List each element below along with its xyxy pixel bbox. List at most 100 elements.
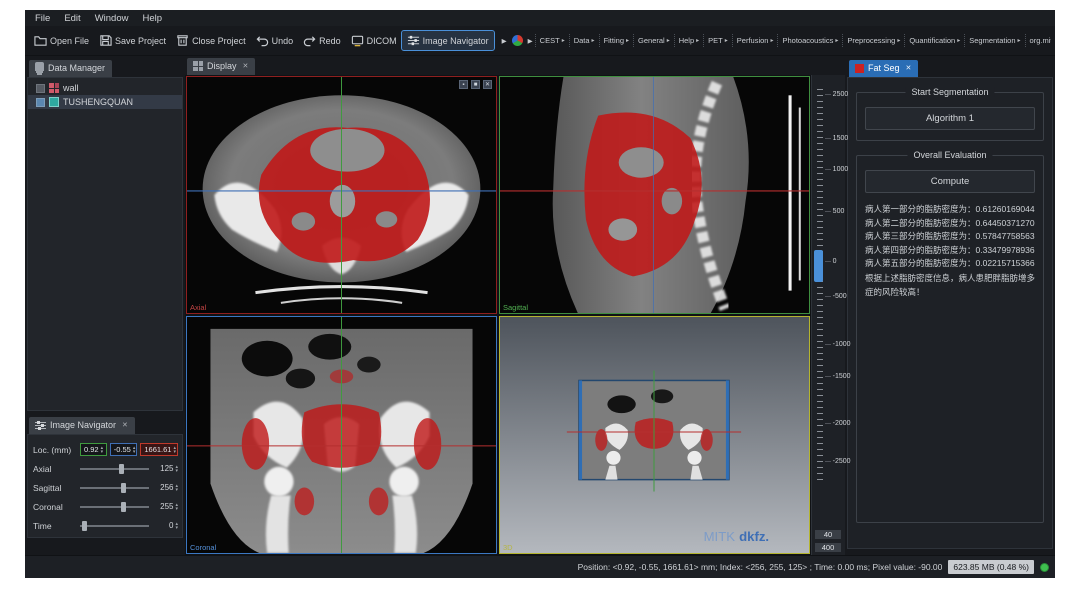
time-slider[interactable]: [80, 521, 149, 531]
coronal-slider[interactable]: [80, 502, 149, 512]
tick-label: 1500: [825, 135, 848, 142]
tick-label: 1000: [825, 166, 848, 173]
threed-render-window[interactable]: MITK dkfz. 3D: [499, 316, 810, 554]
pin-icon[interactable]: ▪: [459, 80, 468, 89]
display-tab-label: Display: [207, 61, 237, 71]
dicom-icon: [351, 34, 364, 47]
level-window-handle[interactable]: [814, 250, 823, 282]
color-wheel-icon[interactable]: [512, 35, 523, 46]
spin-down-icon[interactable]: ▾: [101, 450, 104, 454]
memory-led-icon: [1040, 563, 1049, 572]
view-menu-photoacoustics[interactable]: Photoacoustics▸: [777, 34, 842, 47]
view-menu-pet-label: PET: [708, 36, 723, 45]
algorithm-1-button[interactable]: Algorithm 1: [865, 107, 1035, 130]
window-value[interactable]: 400: [815, 543, 841, 552]
close-icon[interactable]: ✕: [243, 62, 249, 70]
view-menu-strip: ▶ ▶ CEST▸ Data▸ Fitting▸ General▸ Help▸ …: [500, 34, 1051, 47]
tab-data-manager[interactable]: Data Manager: [29, 60, 112, 77]
result-line: 病人第一部分的脂肪密度为：0.6126016904411238: [865, 203, 1035, 217]
view-menu-preprocessing-label: Preprocessing: [847, 36, 895, 45]
axial-slider-label: Axial: [33, 464, 77, 474]
dicom-button[interactable]: DICOM: [346, 31, 402, 50]
undo-icon: [256, 34, 269, 47]
coronal-render-window[interactable]: Coronal: [186, 316, 497, 554]
threed-view-label: 3D: [503, 543, 513, 552]
close-icon[interactable]: ✕: [906, 64, 912, 72]
close-project-icon: [176, 34, 189, 47]
compute-button[interactable]: Compute: [865, 170, 1035, 193]
coronal-slider-handle[interactable]: [121, 502, 126, 512]
spin-down-icon[interactable]: ▾: [173, 450, 176, 454]
undo-label: Undo: [272, 36, 294, 46]
level-window-slider[interactable]: 2500 1500 1000 500 0 -500 -1000 -1500 -2…: [811, 75, 845, 555]
sagittal-slider-handle[interactable]: [121, 483, 126, 493]
coronal-slider-value: 255: [160, 502, 173, 511]
data-node-tushengquan[interactable]: TUSHENGQUAN: [28, 95, 182, 109]
view-menu-help[interactable]: Help▸: [674, 34, 703, 47]
view-menu-data-label: Data: [574, 36, 590, 45]
view-menu-perfusion[interactable]: Perfusion▸: [732, 34, 778, 47]
time-slider-handle[interactable]: [82, 521, 87, 531]
view-menu-pet[interactable]: PET▸: [703, 34, 732, 47]
save-project-icon: [99, 34, 112, 47]
image-navigator-icon: [35, 421, 46, 430]
chevron-right-icon: ▸: [770, 37, 773, 44]
data-manager-icon: [35, 62, 44, 71]
visibility-checkbox[interactable]: [36, 98, 45, 107]
open-file-button[interactable]: Open File: [29, 31, 94, 50]
overflow-right-arrow-icon[interactable]: ▶: [528, 37, 533, 45]
chevron-right-icon: ▸: [696, 37, 699, 44]
view-menu-cest[interactable]: CEST▸: [535, 34, 569, 47]
open-file-icon: [34, 34, 47, 47]
spin-down-icon[interactable]: ▾: [133, 450, 136, 454]
close-project-button[interactable]: Close Project: [171, 31, 251, 50]
view-menu-quantification[interactable]: Quantification▸: [904, 34, 964, 47]
close-icon[interactable]: ✕: [122, 421, 128, 429]
view-menu-photoacoustics-label: Photoacoustics: [782, 36, 833, 45]
menu-file[interactable]: File: [35, 13, 50, 24]
loc-y-spinbox[interactable]: -0.55▴▾: [110, 443, 138, 456]
menu-window[interactable]: Window: [95, 13, 129, 24]
overflow-left-arrow-icon[interactable]: ▶: [502, 37, 507, 45]
visibility-checkbox[interactable]: [36, 84, 45, 93]
sagittal-slider[interactable]: [80, 483, 149, 493]
save-project-button[interactable]: Save Project: [94, 31, 171, 50]
overall-evaluation-title: Overall Evaluation: [907, 150, 992, 160]
axial-slider-handle[interactable]: [119, 464, 124, 474]
undo-button[interactable]: Undo: [251, 31, 299, 50]
view-menu-general-label: General: [638, 36, 665, 45]
view-menu-perfusion-label: Perfusion: [737, 36, 769, 45]
loc-z-spinbox[interactable]: 1661.61▴▾: [140, 443, 178, 456]
spin-down-icon[interactable]: ▾: [175, 526, 178, 530]
loc-x-spinbox[interactable]: 0.92▴▾: [80, 443, 107, 456]
tick-label: -1500: [825, 373, 851, 380]
spin-down-icon[interactable]: ▾: [175, 488, 178, 492]
level-value[interactable]: 40: [815, 530, 841, 539]
menu-edit[interactable]: Edit: [64, 13, 80, 24]
view-menu-segmentation[interactable]: Segmentation▸: [964, 34, 1024, 47]
view-menu-preprocessing[interactable]: Preprocessing▸: [842, 34, 904, 47]
fullscreen-icon[interactable]: ✕: [483, 80, 492, 89]
redo-icon: [303, 34, 316, 47]
menu-help[interactable]: Help: [142, 13, 162, 24]
data-node-wall[interactable]: wall: [28, 81, 182, 95]
time-slider-label: Time: [33, 521, 77, 531]
result-line: 病人第三部分的脂肪密度为：0.5784775856380924: [865, 230, 1035, 244]
axial-render-window[interactable]: ▪ ■ ✕ Axial: [186, 76, 497, 314]
view-menu-data[interactable]: Data▸: [569, 34, 599, 47]
tab-display[interactable]: Display ✕: [187, 58, 255, 75]
chevron-right-icon: ▸: [725, 37, 728, 44]
spin-down-icon[interactable]: ▾: [175, 507, 178, 511]
view-menu-general[interactable]: General▸: [633, 34, 674, 47]
view-menu-fitting[interactable]: Fitting▸: [599, 34, 633, 47]
tab-fat-seg[interactable]: Fat Seg ✕: [849, 60, 918, 77]
layout-icon[interactable]: ■: [471, 80, 480, 89]
view-menu-example[interactable]: org.mitk.views.example▸: [1025, 34, 1051, 47]
spin-down-icon[interactable]: ▾: [175, 469, 178, 473]
axial-slider[interactable]: [80, 464, 149, 474]
sagittal-render-window[interactable]: Sagittal: [499, 76, 810, 314]
image-navigator-panel: Image Navigator ✕ Loc. (mm) 0.92▴▾ -0.55…: [27, 415, 183, 533]
tab-image-navigator[interactable]: Image Navigator ✕: [29, 417, 135, 434]
redo-button[interactable]: Redo: [298, 31, 346, 50]
image-navigator-button[interactable]: Image Navigator: [402, 31, 494, 50]
